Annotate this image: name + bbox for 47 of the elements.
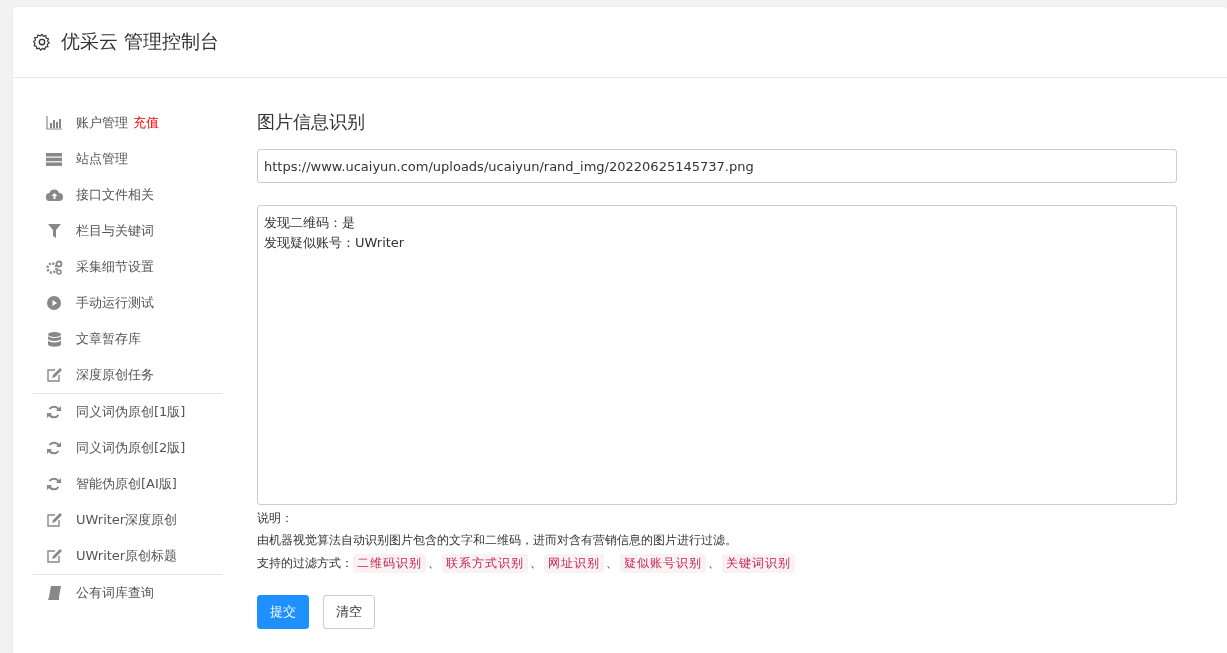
separator-text: 、 <box>428 555 440 572</box>
sidebar-item[interactable]: 智能伪原创[AI版] <box>76 475 177 493</box>
database-icon <box>47 331 61 347</box>
sidebar-item[interactable]: 接口文件相关 <box>76 186 154 204</box>
separator-text: 、 <box>708 555 720 572</box>
edit-icon <box>46 368 62 382</box>
refresh-icon <box>47 405 61 419</box>
server-icon <box>46 152 62 166</box>
sidebar-item[interactable]: UWriter原创标题 <box>76 547 178 565</box>
sidebar-item[interactable]: 深度原创任务 <box>76 366 154 384</box>
clear-button[interactable]: 清空 <box>323 595 375 629</box>
console-title: 优采云 管理控制台 <box>61 29 220 54</box>
sidebar-item[interactable]: UWriter深度原创 <box>76 511 178 529</box>
sidebar-item[interactable]: 公有词库查询 <box>76 584 154 602</box>
separator-text: 、 <box>530 555 542 572</box>
notes-description: 由机器视觉算法自动识别图片包含的文字和二维码，进而对含有营销信息的图片进行过滤。 <box>257 532 738 549</box>
url-field[interactable]: https://www.ucaiyun.com/uploads/ucaiyun/rand_img/20220625145737.png <box>257 149 1177 183</box>
result-line: 发现疑似账号：UWriter <box>264 234 405 252</box>
sidebar-item[interactable]: 手动运行测试 <box>76 294 154 312</box>
refresh-icon <box>47 477 61 491</box>
sidebar-item[interactable]: 同义词伪原创[2版] <box>76 439 186 457</box>
sidebar-item[interactable]: 采集细节设置 <box>76 258 154 276</box>
bar-chart-icon <box>46 116 62 130</box>
result-area[interactable]: 发现二维码：是 发现疑似账号：UWriter <box>257 205 1177 505</box>
method-tag: 关键词识别 <box>722 554 795 573</box>
sidebar-item[interactable]: 同义词伪原创[1版] <box>76 403 186 421</box>
play-circle-icon <box>47 296 61 310</box>
separator-text: 、 <box>606 555 618 572</box>
refresh-icon <box>47 441 61 455</box>
recharge-link[interactable]: 充值 <box>133 114 159 132</box>
sidebar-item[interactable]: 栏目与关键词 <box>76 222 154 240</box>
sidebar-item[interactable]: 文章暂存库 <box>76 330 141 348</box>
method-tag: 网址识别 <box>544 554 604 573</box>
edit-icon <box>46 549 62 563</box>
method-tag: 二维码识别 <box>353 554 426 573</box>
settings-icon <box>33 33 51 51</box>
section-title: 图片信息识别 <box>257 110 366 134</box>
edit-icon <box>46 513 62 527</box>
filter-icon <box>47 224 61 238</box>
sidebar-item[interactable]: 账户管理 <box>76 114 128 132</box>
method-tag: 疑似账号识别 <box>620 554 706 573</box>
notes-heading: 说明： <box>257 510 294 527</box>
cloud-upload-icon <box>45 189 63 201</box>
result-line: 发现二维码：是 <box>264 214 355 232</box>
methods-label: 支持的过滤方式： <box>257 555 353 572</box>
method-tag: 联系方式识别 <box>442 554 528 573</box>
sidebar-item[interactable]: 站点管理 <box>76 150 128 168</box>
